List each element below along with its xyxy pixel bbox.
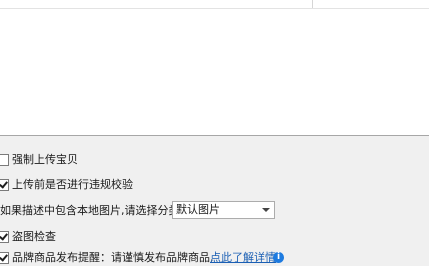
theft-check-label: 盗图检查 [12, 230, 56, 243]
item-list-panel[interactable] [0, 0, 429, 136]
list-row[interactable] [0, 0, 429, 9]
image-category-label: 如果描述中包含本地图片,请选择分类 [0, 204, 180, 217]
list-cell-status [312, 0, 426, 8]
image-category-row: 如果描述中包含本地图片,请选择分类 默认图片 [0, 201, 290, 219]
image-category-select[interactable]: 默认图片 [172, 201, 275, 219]
image-category-value: 默认图片 [176, 203, 220, 216]
brand-reminder-label: 品牌商品发布提醒：请谨慎发布品牌商品, [12, 251, 214, 264]
list-cell-title [2, 0, 304, 8]
brand-details-link[interactable]: 点此了解详情 [210, 250, 276, 266]
force-upload-option[interactable]: 强制上传宝贝 [0, 152, 200, 168]
brand-reminder-option: 品牌商品发布提醒：请谨慎发布品牌商品, 点此了解详情 i [0, 250, 300, 266]
brand-reminder-checkbox[interactable] [0, 252, 9, 264]
info-icon[interactable]: i [273, 252, 284, 263]
violation-check-checkbox[interactable] [0, 179, 9, 191]
violation-check-label: 上传前是否进行违规校验 [12, 178, 133, 191]
theft-check-option[interactable]: 盗图检查 [0, 229, 120, 245]
force-upload-checkbox[interactable] [0, 154, 9, 166]
force-upload-label: 强制上传宝贝 [12, 153, 78, 166]
chevron-down-icon[interactable] [262, 208, 270, 212]
theft-check-checkbox[interactable] [0, 231, 9, 243]
violation-check-option[interactable]: 上传前是否进行违规校验 [0, 177, 220, 193]
